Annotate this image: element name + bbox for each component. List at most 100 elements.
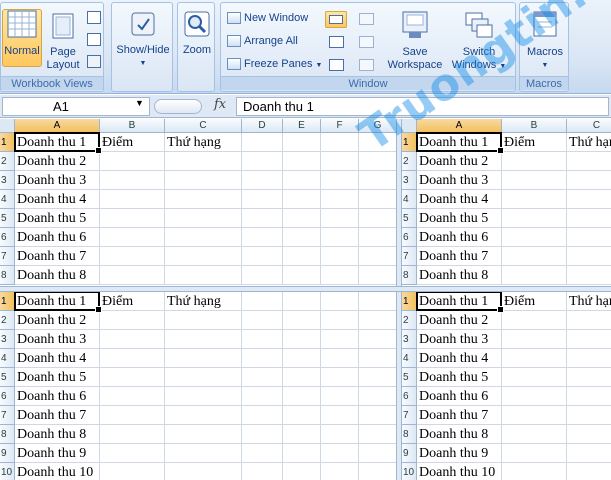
cell-a5[interactable]: Doanh thu 5 [15, 368, 115, 387]
show-hide-button[interactable]: Show/Hide ▼ [113, 11, 173, 70]
row-header-3[interactable]: 3 [0, 171, 15, 190]
cell-a2[interactable]: Doanh thu 2 [417, 152, 517, 171]
reset-window-position-icon[interactable] [359, 59, 374, 71]
row-header-4[interactable]: 4 [0, 190, 15, 209]
active-cell-cursor[interactable] [416, 292, 504, 313]
cell-a6[interactable]: Doanh thu 6 [15, 387, 115, 406]
column-header-c[interactable]: C [165, 119, 242, 133]
synchronous-scrolling-icon[interactable] [359, 36, 374, 48]
row-header-7[interactable]: 7 [402, 406, 417, 425]
row-header-6[interactable]: 6 [0, 387, 15, 406]
row-header-1[interactable]: 1 [0, 292, 15, 311]
view-side-by-side-icon[interactable] [359, 13, 374, 25]
row-header-10[interactable]: 10 [402, 463, 417, 480]
row-header-7[interactable]: 7 [0, 247, 15, 266]
row-header-2[interactable]: 2 [402, 311, 417, 330]
cell-a6[interactable]: Doanh thu 6 [417, 228, 517, 247]
page-break-preview-icon[interactable] [87, 11, 101, 24]
row-header-8[interactable]: 8 [0, 425, 15, 444]
column-header-d[interactable]: D [242, 119, 283, 133]
cell-a9[interactable]: Doanh thu 9 [417, 444, 517, 463]
formula-input[interactable]: Doanh thu 1 [236, 97, 609, 116]
row-header-6[interactable]: 6 [402, 387, 417, 406]
new-window-button[interactable]: New Window [227, 9, 308, 28]
horizontal-split-bar[interactable] [0, 286, 611, 292]
row-header-10[interactable]: 10 [0, 463, 15, 480]
row-header-4[interactable]: 4 [402, 349, 417, 368]
active-cell-cursor[interactable] [416, 132, 504, 154]
cell-a6[interactable]: Doanh thu 6 [15, 228, 115, 247]
pane-top-right[interactable]: ABC1Doanh thu 1ĐiểmThứ hạng2Doanh thu 23… [402, 119, 611, 286]
cell-a9[interactable]: Doanh thu 9 [15, 444, 115, 463]
normal-view-button[interactable]: Normal [2, 9, 42, 67]
row-header-8[interactable]: 8 [402, 425, 417, 444]
cell-a4[interactable]: Doanh thu 4 [417, 190, 517, 209]
cell-b1[interactable]: Điểm [502, 292, 535, 311]
cell-a2[interactable]: Doanh thu 2 [15, 311, 115, 330]
cell-a3[interactable]: Doanh thu 3 [417, 330, 517, 349]
column-header-f[interactable]: F [321, 119, 359, 133]
row-header-6[interactable]: 6 [402, 228, 417, 247]
column-header-b[interactable]: B [100, 119, 165, 133]
cell-a5[interactable]: Doanh thu 5 [15, 209, 115, 228]
select-all-corner[interactable] [0, 119, 15, 133]
custom-views-icon[interactable] [87, 33, 101, 46]
cell-a3[interactable]: Doanh thu 3 [417, 171, 517, 190]
row-header-8[interactable]: 8 [0, 266, 15, 285]
unhide-window-icon[interactable] [329, 59, 344, 71]
cell-a10[interactable]: Doanh thu 10 [417, 463, 517, 480]
save-workspace-button[interactable]: Save Workspace [383, 11, 447, 72]
column-header-a[interactable]: A [15, 119, 100, 133]
row-header-1[interactable]: 1 [402, 133, 417, 152]
row-header-4[interactable]: 4 [402, 190, 417, 209]
column-header-a[interactable]: A [417, 119, 502, 133]
cell-c1[interactable]: Thứ hạng [165, 133, 221, 152]
row-header-6[interactable]: 6 [0, 228, 15, 247]
cell-c1[interactable]: Thứ hạng [567, 133, 611, 152]
row-header-2[interactable]: 2 [0, 311, 15, 330]
cell-c1[interactable]: Thứ hạng [165, 292, 221, 311]
cell-a4[interactable]: Doanh thu 4 [417, 349, 517, 368]
cell-a2[interactable]: Doanh thu 2 [417, 311, 517, 330]
cell-a7[interactable]: Doanh thu 7 [15, 247, 115, 266]
pane-top-left[interactable]: A B C D E F G 1 Doanh thu 1 Điểm Thứ hạng 2 Doanh th… [0, 119, 396, 286]
switch-windows-button[interactable]: Switch Windows ▼ [447, 11, 511, 73]
column-header-c[interactable]: C [567, 119, 611, 133]
row-header-5[interactable]: 5 [0, 368, 15, 387]
cell-a3[interactable]: Doanh thu 3 [15, 171, 115, 190]
row-header-1[interactable]: 1 [402, 292, 417, 311]
row-header-1[interactable]: 1 [0, 133, 15, 152]
insert-function-icon[interactable]: fx [214, 97, 226, 112]
row-header-3[interactable]: 3 [402, 330, 417, 349]
full-screen-icon[interactable] [87, 55, 101, 68]
vertical-split-bar[interactable] [396, 119, 402, 480]
row-header-3[interactable]: 3 [0, 330, 15, 349]
row-header-7[interactable]: 7 [0, 406, 15, 425]
column-header-g[interactable]: G [359, 119, 396, 133]
active-cell-cursor[interactable] [14, 132, 102, 154]
cell-a7[interactable]: Doanh thu 7 [15, 406, 115, 425]
cell-b1[interactable]: Điểm [100, 292, 133, 311]
cell-a7[interactable]: Doanh thu 7 [417, 406, 517, 425]
page-layout-button[interactable]: Page Layout [45, 13, 81, 72]
zoom-button[interactable]: Zoom [179, 11, 215, 57]
cell-a5[interactable]: Doanh thu 5 [417, 368, 517, 387]
column-header-b[interactable]: B [502, 119, 567, 133]
cell-a8[interactable]: Doanh thu 8 [417, 266, 517, 285]
cell-a3[interactable]: Doanh thu 3 [15, 330, 115, 349]
macros-button[interactable]: Macros ▼ [521, 11, 569, 72]
row-header-8[interactable]: 8 [402, 266, 417, 285]
formula-bar-resize-handle[interactable] [154, 99, 202, 114]
split-button[interactable] [325, 11, 347, 28]
cell-a5[interactable]: Doanh thu 5 [417, 209, 517, 228]
row-header-2[interactable]: 2 [402, 152, 417, 171]
cell-a8[interactable]: Doanh thu 8 [417, 425, 517, 444]
row-header-2[interactable]: 2 [0, 152, 15, 171]
row-header-5[interactable]: 5 [402, 209, 417, 228]
cell-a4[interactable]: Doanh thu 4 [15, 190, 115, 209]
cell-b1[interactable]: Điểm [100, 133, 133, 152]
hide-window-icon[interactable] [329, 36, 344, 48]
row-header-9[interactable]: 9 [402, 444, 417, 463]
row-header-7[interactable]: 7 [402, 247, 417, 266]
cell-a8[interactable]: Doanh thu 8 [15, 425, 115, 444]
